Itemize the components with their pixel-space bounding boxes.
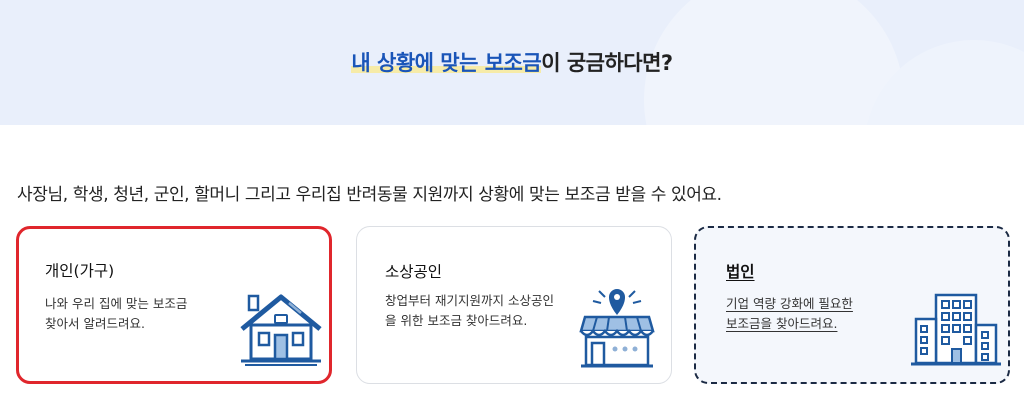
title-highlight: 내 상황에 맞는 보조금: [351, 51, 542, 75]
card-description: 나와 우리 집에 맞는 보조금 찾아서 알려드려요.: [45, 294, 225, 334]
storefront-icon: [579, 289, 655, 368]
hero-banner: 내 상황에 맞는 보조금이 궁금하다면?: [0, 0, 1024, 125]
category-card-individual[interactable]: 개인(가구) 나와 우리 집에 맞는 보조금 찾아서 알려드려요.: [16, 226, 332, 384]
card-description: 기업 역량 강화에 필요한 보조금을 찾아드려요.: [726, 294, 906, 334]
card-description-line: 찾아서 알려드려요.: [45, 316, 145, 331]
card-description: 창업부터 재기지원까지 소상공인 을 위한 보조금 찾아드려요.: [385, 291, 585, 331]
card-description-line: 나와 우리 집에 맞는 보조금: [45, 296, 188, 311]
category-card-small-business[interactable]: 소상공인 창업부터 재기지원까지 소상공인 을 위한 보조금 찾아드려요.: [356, 226, 672, 384]
card-description-line: 보조금을 찾아드려요.: [726, 316, 838, 331]
card-title: 개인(가구): [45, 262, 115, 280]
card-description-line: 을 위한 보조금 찾아드려요.: [385, 313, 528, 328]
card-title: 소상공인: [385, 263, 443, 281]
card-description-line: 창업부터 재기지원까지 소상공인: [385, 293, 554, 308]
category-card-corporation[interactable]: 법인 기업 역량 강화에 필요한 보조금을 찾아드려요.: [694, 226, 1010, 384]
card-title: 법인: [726, 263, 755, 281]
house-icon: [240, 294, 322, 366]
title-rest: 이 궁금하다면?: [541, 51, 673, 75]
intro-text: 사장님, 학생, 청년, 군인, 할머니 그리고 우리집 반려동물 지원까지 상…: [17, 185, 722, 205]
card-description-line: 기업 역량 강화에 필요한: [726, 296, 853, 311]
page-title: 내 상황에 맞는 보조금이 궁금하다면?: [0, 47, 1024, 77]
office-building-icon: [911, 293, 1001, 366]
